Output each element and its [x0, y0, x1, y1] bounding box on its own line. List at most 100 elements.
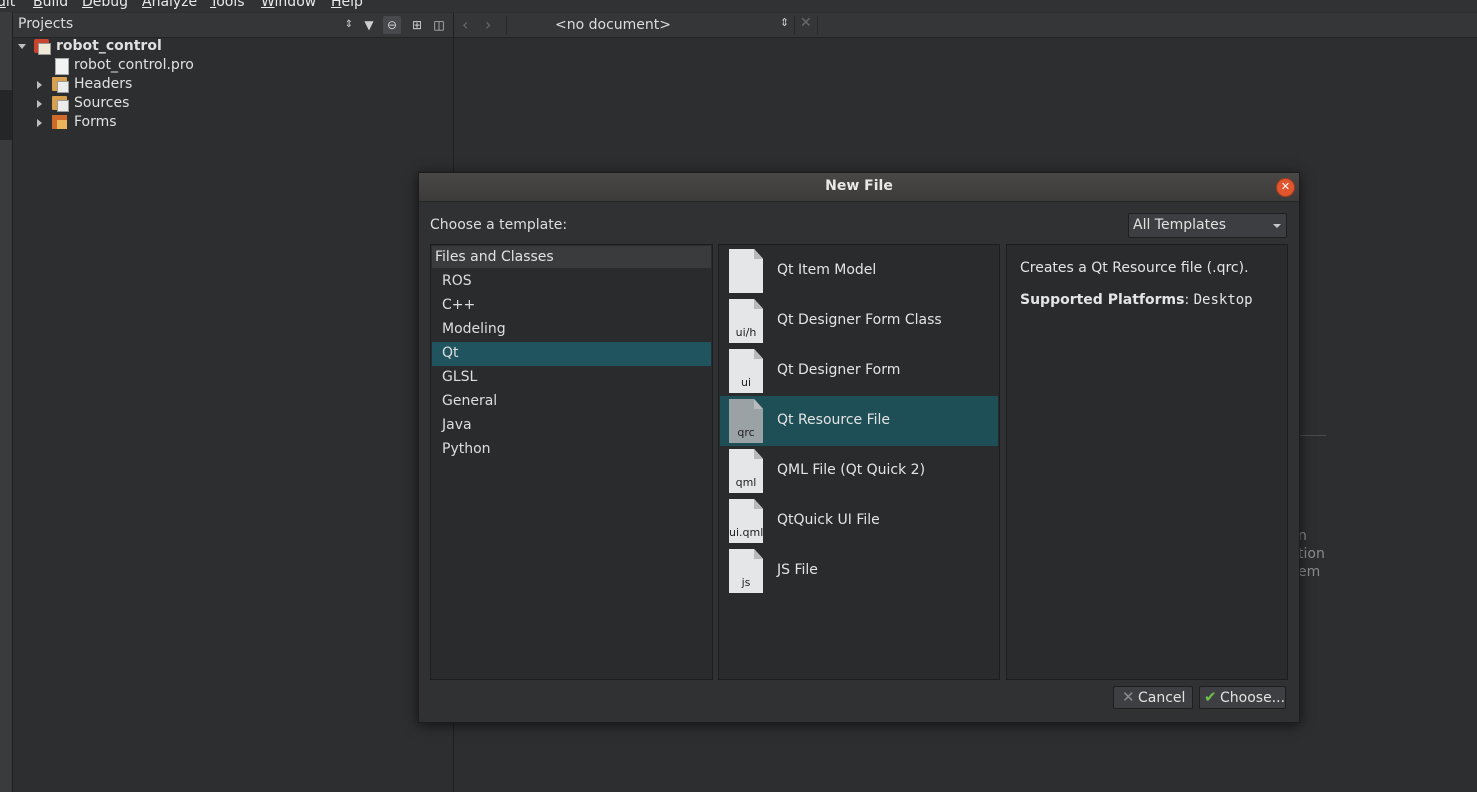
- category-label: General: [442, 393, 498, 409]
- background-divider: [1298, 435, 1326, 436]
- category-ros[interactable]: ROS: [432, 270, 711, 294]
- split-icon[interactable]: ⊞: [408, 16, 426, 34]
- editor-toolbar: ‹ › <no document> ⇕ ✕: [454, 13, 1477, 38]
- tree-item-headers[interactable]: Headers: [13, 76, 453, 95]
- category-label: GLSL: [442, 369, 478, 385]
- close-document-icon[interactable]: ✕: [800, 15, 812, 31]
- category-general[interactable]: General: [432, 390, 711, 414]
- description-text: Creates a Qt Resource file (.qrc).: [1020, 260, 1249, 276]
- menu-tools[interactable]: Tools: [210, 0, 245, 10]
- choose-label: Choose...: [1220, 690, 1286, 706]
- template-qt-designer-form[interactable]: ui Qt Designer Form: [720, 346, 998, 396]
- project-icon: [34, 39, 51, 55]
- cancel-label: Cancel: [1138, 690, 1186, 706]
- menu-debug[interactable]: Debug: [82, 0, 128, 10]
- category-group-header: Files and Classes: [432, 246, 711, 268]
- close-pane-icon[interactable]: ◫: [430, 16, 448, 34]
- template-qt-resource-file[interactable]: qrc Qt Resource File: [720, 396, 998, 446]
- tree-item-label: Sources: [74, 95, 130, 111]
- tree-item-robot-control[interactable]: robot_control: [13, 38, 453, 57]
- forms-folder-icon: [52, 115, 67, 129]
- toolbar-divider: [794, 16, 795, 34]
- platforms-label: Supported Platforms: [1020, 292, 1185, 308]
- dialog-titlebar[interactable]: New File ✕: [419, 173, 1299, 202]
- choose-button[interactable]: ✔ Choose...: [1199, 686, 1286, 709]
- sources-folder-icon: [52, 96, 69, 112]
- template-qt-designer-form-class[interactable]: ui/h Qt Designer Form Class: [720, 296, 998, 346]
- category-label: Java: [442, 417, 472, 433]
- menu-bar: dit Build Debug Analyze Tools Window Hel…: [0, 0, 1477, 12]
- template-qt-item-model[interactable]: Qt Item Model: [720, 246, 998, 296]
- link-with-editor-icon[interactable]: ⊖: [383, 16, 401, 34]
- new-file-dialog: New File ✕ Choose a template: All Templa…: [418, 172, 1300, 723]
- tree-item-label: robot_control.pro: [74, 57, 194, 73]
- back-icon[interactable]: ‹: [462, 15, 468, 34]
- collapse-arrow-icon[interactable]: [37, 100, 42, 108]
- view-selector-updown-icon[interactable]: ⇕: [340, 16, 358, 34]
- tree-item-label: robot_control: [56, 38, 162, 54]
- pro-file-icon: [55, 58, 69, 75]
- filter-icon[interactable]: ▼: [360, 16, 378, 34]
- background-text: tion: [1298, 546, 1325, 562]
- menu-window[interactable]: Window: [261, 0, 316, 10]
- template-list: Qt Item Model ui/h Qt Designer Form Clas…: [718, 244, 1000, 680]
- category-label: Python: [442, 441, 491, 457]
- category-java[interactable]: Java: [432, 414, 711, 438]
- category-group-label: Files and Classes: [435, 249, 554, 265]
- template-qtquick-ui-file[interactable]: ui.qml QtQuick UI File: [720, 496, 998, 546]
- template-qml-file[interactable]: qml QML File (Qt Quick 2): [720, 446, 998, 496]
- collapse-arrow-icon[interactable]: [37, 119, 42, 127]
- menu-edit[interactable]: dit: [0, 0, 15, 10]
- category-label: Modeling: [442, 321, 506, 337]
- projects-pane-header: Projects ⇕ ▼ ⊖ ⊞ ◫: [13, 13, 453, 38]
- supported-platforms: Supported Platforms: Desktop: [1020, 292, 1253, 308]
- category-glsl[interactable]: GLSL: [432, 366, 711, 390]
- dropdown-arrow-icon: [1273, 224, 1281, 228]
- active-mode-indicator: [0, 90, 12, 140]
- checkmark-icon: ✔: [1204, 688, 1217, 706]
- platforms-value: Desktop: [1193, 292, 1253, 308]
- menu-help[interactable]: Help: [331, 0, 363, 10]
- tree-item-label: Forms: [74, 114, 117, 130]
- cancel-x-icon: ✕: [1122, 688, 1135, 706]
- category-python[interactable]: Python: [432, 438, 711, 462]
- template-filter-combo[interactable]: All Templates: [1128, 213, 1287, 238]
- category-list: Files and Classes ROS C++ Modeling Qt GL…: [430, 244, 713, 680]
- template-js-file[interactable]: js JS File: [720, 546, 998, 596]
- template-name: Qt Item Model: [777, 262, 877, 278]
- category-label: Qt: [442, 345, 459, 361]
- menu-analyze[interactable]: Analyze: [142, 0, 197, 10]
- choose-template-label: Choose a template:: [430, 217, 568, 233]
- tree-item-forms[interactable]: Forms: [13, 114, 453, 133]
- template-name: JS File: [777, 562, 818, 578]
- menu-build[interactable]: Build: [33, 0, 68, 10]
- dialog-title: New File: [825, 178, 893, 194]
- toolbar-divider: [817, 16, 818, 34]
- document-list-updown-icon[interactable]: ⇕: [780, 16, 789, 29]
- collapse-arrow-icon[interactable]: [37, 81, 42, 89]
- category-label: C++: [442, 297, 476, 313]
- forward-icon[interactable]: ›: [485, 15, 491, 34]
- category-modeling[interactable]: Modeling: [432, 318, 711, 342]
- template-name: QML File (Qt Quick 2): [777, 462, 926, 478]
- tree-item-sources[interactable]: Sources: [13, 95, 453, 114]
- headers-folder-icon: [52, 77, 69, 93]
- cancel-button[interactable]: ✕ Cancel: [1113, 686, 1193, 709]
- template-name: Qt Resource File: [777, 412, 891, 428]
- toolbar-divider: [506, 16, 507, 34]
- template-filter-value: All Templates: [1133, 217, 1226, 233]
- tree-item-pro-file[interactable]: robot_control.pro: [13, 57, 453, 76]
- template-name: QtQuick UI File: [777, 512, 880, 528]
- category-qt[interactable]: Qt: [432, 342, 711, 366]
- expand-arrow-icon[interactable]: [18, 44, 26, 49]
- template-name: Qt Designer Form: [777, 362, 901, 378]
- category-label: ROS: [442, 273, 472, 289]
- document-selector[interactable]: <no document>: [555, 17, 671, 33]
- projects-title: Projects: [18, 16, 74, 32]
- mode-selector-strip: [0, 12, 13, 792]
- category-cpp[interactable]: C++: [432, 294, 711, 318]
- template-name: Qt Designer Form Class: [777, 312, 942, 328]
- tree-item-label: Headers: [74, 76, 133, 92]
- close-dialog-button[interactable]: ✕: [1276, 178, 1295, 197]
- template-description: Creates a Qt Resource file (.qrc). Suppo…: [1006, 244, 1288, 680]
